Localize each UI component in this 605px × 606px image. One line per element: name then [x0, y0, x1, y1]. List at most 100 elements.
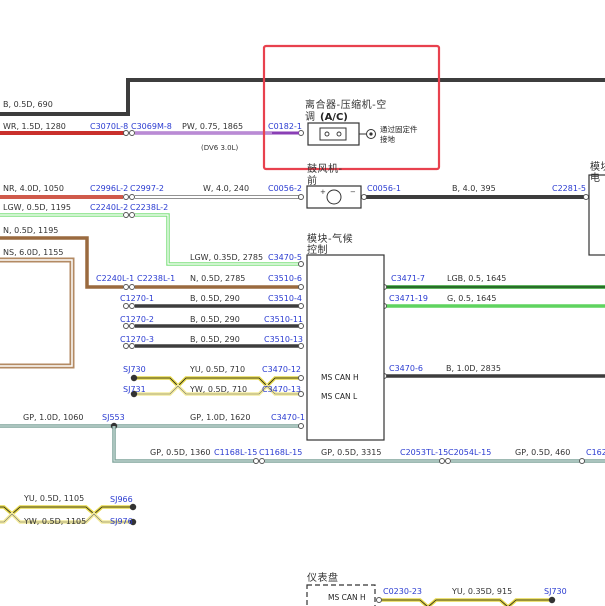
- wire-label: GP, 1.0D, 1060: [23, 413, 83, 422]
- connector-label: C3470-12: [262, 365, 301, 374]
- connector-pin: [298, 284, 304, 290]
- connector-pin: [579, 458, 585, 464]
- right-module: [588, 174, 605, 256]
- connector-label: C3471-7: [391, 274, 425, 283]
- connector-pin: [298, 303, 304, 309]
- wire-label: YU, 0.35D, 915: [451, 587, 512, 596]
- right-module-label: 电: [590, 171, 601, 184]
- connector-pin: [298, 423, 304, 429]
- ground-note: 通过固定件: [380, 124, 418, 134]
- wire-label: YW, 0.5D, 710: [189, 385, 247, 394]
- connector-label: C3471-19: [389, 294, 428, 303]
- wire-label: GP, 0.5D, 3315: [321, 448, 381, 457]
- connector-pin: [129, 130, 135, 136]
- wire-label: B, 1.0D, 2835: [446, 364, 501, 373]
- wire-label: B, 4.0, 395: [452, 184, 496, 193]
- wiring-diagram: B, 0.5D, 690 WR, 1.5D, 1280 C3070L-8 C30…: [0, 44, 605, 606]
- connector-pin: [439, 458, 445, 464]
- splice-point: [548, 596, 556, 604]
- connector-label: C3470-6: [389, 364, 423, 373]
- connector-label: C0056-2: [268, 184, 302, 193]
- connector-pin: [253, 458, 259, 464]
- connector-label: C0230-23: [383, 587, 422, 596]
- connector-label: C2240L-1: [96, 274, 134, 283]
- connector-pin: [123, 212, 129, 218]
- wire-label: LGB, 0.5, 1645: [447, 274, 506, 283]
- motor-icon: [326, 189, 342, 205]
- connector-label: C1168L-15: [214, 448, 257, 457]
- connector-pin: [298, 343, 304, 349]
- connector-label: C3510-6: [268, 274, 302, 283]
- ms-can-l-label: MS CAN L: [321, 392, 358, 401]
- connector-label: SJ966: [110, 495, 133, 504]
- connector-pin: [259, 458, 265, 464]
- wire-label: LGW, 0.35D, 2785: [190, 253, 263, 262]
- connector-pin: [123, 343, 129, 349]
- connector-label: C3510-4: [268, 294, 302, 303]
- climate-module-label: 模块-气候: [307, 232, 353, 245]
- connector-label: C3510-11: [264, 315, 303, 324]
- connector-label: C2054L-15: [448, 448, 491, 457]
- wire-label: PW, 0.75, 1865: [182, 122, 243, 131]
- connector-label: C3070L-8: [90, 122, 128, 131]
- connector-label: C2997-2: [130, 184, 164, 193]
- connector-pin: [123, 130, 129, 136]
- connector-label: C0182-1: [268, 122, 302, 131]
- wire-label: N, 0.5D, 2785: [190, 274, 245, 283]
- connector-label: C162: [586, 448, 605, 457]
- wire-label: LGW, 0.5D, 1195: [3, 203, 71, 212]
- connector-label: C2053TL-15: [400, 448, 448, 457]
- connector-label: SJ553: [102, 413, 125, 422]
- connector-label: C1270-2: [120, 315, 154, 324]
- climate-control-module: [306, 254, 385, 441]
- wire-label: YU, 0.5D, 710: [189, 365, 245, 374]
- connector-pin: [129, 284, 135, 290]
- wire-yu-915: [381, 598, 550, 606]
- wire-label: NR, 4.0D, 1050: [3, 184, 64, 193]
- plus-icon: +: [320, 188, 326, 196]
- blower-label: 前: [307, 174, 318, 187]
- connector-pin: [361, 194, 367, 200]
- wire-yu-1105: [0, 505, 132, 517]
- connector-label: SJ730: [123, 365, 146, 374]
- connector-label: C3470-5: [268, 253, 302, 262]
- connector-label: C3510-13: [264, 335, 303, 344]
- connector-label: C1168L-15: [259, 448, 302, 457]
- connector-pin: [129, 194, 135, 200]
- connector-pin: [129, 303, 135, 309]
- connector-label: C3069M-8: [131, 122, 172, 131]
- connector-pin: [298, 261, 304, 267]
- connector-label: C2238L-2: [130, 203, 168, 212]
- wire-label: GP, 0.5D, 1360: [150, 448, 210, 457]
- connector-label: C3470-1: [271, 413, 305, 422]
- wire-label: YW, 0.5D, 1105: [23, 517, 86, 526]
- clutch-coil-icon: [319, 127, 347, 141]
- splice-point: [129, 503, 137, 511]
- wire-label: B, 0.5D, 290: [190, 315, 240, 324]
- connector-label: C3470-13: [262, 385, 301, 394]
- connector-label: C2238L-1: [137, 274, 175, 283]
- connector-label: SJ731: [123, 385, 146, 394]
- connector-label: C0056-1: [367, 184, 401, 193]
- wire-label: NS, 6.0D, 1155: [3, 248, 63, 257]
- ms-can-h-label: MS CAN H: [321, 373, 359, 382]
- ac-clutch-label: 离合器-压缩机-空: [305, 98, 387, 111]
- connector-pin: [445, 458, 451, 464]
- connector-pin: [129, 323, 135, 329]
- engine-note: (DV6 3.0L): [201, 144, 238, 152]
- connector-label: C1270-3: [120, 335, 154, 344]
- connector-pin: [298, 130, 304, 136]
- wire-ns-1155: [0, 257, 75, 369]
- right-module-label: 模块: [590, 161, 605, 173]
- cluster-ms-can-h: MS CAN H: [328, 593, 366, 602]
- wire-label: B, 0.5D, 290: [190, 294, 240, 303]
- connector-pin: [583, 194, 589, 200]
- wire-label: W, 4.0, 240: [203, 184, 249, 193]
- wire-b-690: [0, 78, 605, 116]
- connector-pin: [376, 597, 382, 603]
- connector-pin: [298, 391, 304, 397]
- connector-pin: [123, 303, 129, 309]
- wire-label: GP, 0.5D, 460: [515, 448, 570, 457]
- connector-pin: [298, 375, 304, 381]
- wire-label: B, 0.5D, 690: [3, 100, 53, 109]
